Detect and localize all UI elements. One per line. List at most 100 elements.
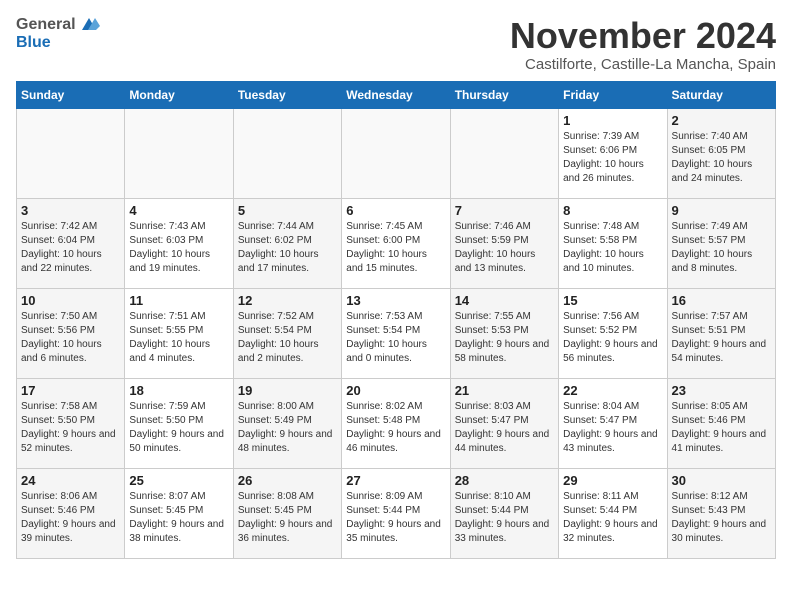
calendar-week-row: 1 Sunrise: 7:39 AMSunset: 6:06 PMDaylight… [17, 108, 776, 198]
day-info: Sunrise: 8:04 AMSunset: 5:47 PMDaylight:… [563, 400, 662, 456]
calendar-cell: 23 Sunrise: 8:05 AMSunset: 5:46 PMDayligh… [667, 378, 775, 468]
calendar-cell: 28 Sunrise: 8:10 AMSunset: 5:44 PMDayligh… [450, 468, 558, 558]
day-info: Sunrise: 8:12 AMSunset: 5:43 PMDaylight:… [672, 490, 771, 546]
day-number: 28 [455, 473, 554, 488]
day-info: Sunrise: 7:55 AMSunset: 5:53 PMDaylight:… [455, 310, 554, 366]
calendar-cell: 24 Sunrise: 8:06 AMSunset: 5:46 PMDayligh… [17, 468, 125, 558]
day-info: Sunrise: 7:46 AMSunset: 5:59 PMDaylight:… [455, 220, 554, 276]
calendar-cell: 11Sunrise: 7:51 AMSunset: 5:55 PMDayligh… [125, 288, 233, 378]
calendar-cell [125, 108, 233, 198]
calendar-cell: 10Sunrise: 7:50 AMSunset: 5:56 PMDayligh… [17, 288, 125, 378]
day-number: 4 [129, 203, 228, 218]
day-info: Sunrise: 8:05 AMSunset: 5:46 PMDaylight:… [672, 400, 771, 456]
calendar-header-sunday: Sunday [17, 81, 125, 108]
day-number: 9 [672, 203, 771, 218]
calendar-cell [342, 108, 450, 198]
day-info: Sunrise: 8:06 AMSunset: 5:46 PMDaylight:… [21, 490, 120, 546]
calendar-cell [17, 108, 125, 198]
day-info: Sunrise: 7:49 AMSunset: 5:57 PMDaylight:… [672, 220, 771, 276]
calendar-cell: 14Sunrise: 7:55 AMSunset: 5:53 PMDayligh… [450, 288, 558, 378]
day-info: Sunrise: 7:42 AMSunset: 6:04 PMDaylight:… [21, 220, 120, 276]
calendar-cell: 21Sunrise: 8:03 AMSunset: 5:47 PMDayligh… [450, 378, 558, 468]
logo-blue-text: Blue [16, 34, 51, 51]
day-number: 2 [672, 113, 771, 128]
day-number: 13 [346, 293, 445, 308]
day-number: 22 [563, 383, 662, 398]
day-number: 24 [21, 473, 120, 488]
calendar-cell: 29 Sunrise: 8:11 AMSunset: 5:44 PMDayligh… [559, 468, 667, 558]
day-info: Sunrise: 7:40 AMSunset: 6:05 PMDaylight:… [672, 130, 771, 186]
day-info: Sunrise: 7:45 AMSunset: 6:00 PMDaylight:… [346, 220, 445, 276]
calendar-cell: 17Sunrise: 7:58 AMSunset: 5:50 PMDayligh… [17, 378, 125, 468]
day-number: 29 [563, 473, 662, 488]
location-text: Castilforte, Castille-La Mancha, Spain [510, 56, 776, 73]
calendar-cell: 2 Sunrise: 7:40 AMSunset: 6:05 PMDaylight… [667, 108, 775, 198]
logo: General Blue [16, 16, 100, 52]
day-number: 27 [346, 473, 445, 488]
day-number: 8 [563, 203, 662, 218]
day-number: 17 [21, 383, 120, 398]
day-info: Sunrise: 8:08 AMSunset: 5:45 PMDaylight:… [238, 490, 337, 546]
calendar-header-monday: Monday [125, 81, 233, 108]
calendar-cell [450, 108, 558, 198]
day-info: Sunrise: 7:52 AMSunset: 5:54 PMDaylight:… [238, 310, 337, 366]
calendar-header-wednesday: Wednesday [342, 81, 450, 108]
calendar-cell: 15 Sunrise: 7:56 AMSunset: 5:52 PMDayligh… [559, 288, 667, 378]
calendar-week-row: 17Sunrise: 7:58 AMSunset: 5:50 PMDayligh… [17, 378, 776, 468]
calendar-week-row: 24 Sunrise: 8:06 AMSunset: 5:46 PMDayligh… [17, 468, 776, 558]
day-info: Sunrise: 7:48 AMSunset: 5:58 PMDaylight:… [563, 220, 662, 276]
calendar-week-row: 10Sunrise: 7:50 AMSunset: 5:56 PMDayligh… [17, 288, 776, 378]
day-info: Sunrise: 7:39 AMSunset: 6:06 PMDaylight:… [563, 130, 662, 186]
day-info: Sunrise: 8:11 AMSunset: 5:44 PMDaylight:… [563, 490, 662, 546]
day-info: Sunrise: 8:09 AMSunset: 5:44 PMDaylight:… [346, 490, 445, 546]
day-info: Sunrise: 8:02 AMSunset: 5:48 PMDaylight:… [346, 400, 445, 456]
calendar-cell: 3Sunrise: 7:42 AMSunset: 6:04 PMDaylight… [17, 198, 125, 288]
calendar-cell: 19Sunrise: 8:00 AMSunset: 5:49 PMDayligh… [233, 378, 341, 468]
day-number: 7 [455, 203, 554, 218]
day-info: Sunrise: 7:53 AMSunset: 5:54 PMDaylight:… [346, 310, 445, 366]
day-number: 1 [563, 113, 662, 128]
calendar-cell: 27 Sunrise: 8:09 AMSunset: 5:44 PMDayligh… [342, 468, 450, 558]
day-number: 23 [672, 383, 771, 398]
calendar-header-saturday: Saturday [667, 81, 775, 108]
day-info: Sunrise: 7:59 AMSunset: 5:50 PMDaylight:… [129, 400, 228, 456]
day-number: 11 [129, 293, 228, 308]
day-info: Sunrise: 7:50 AMSunset: 5:56 PMDaylight:… [21, 310, 120, 366]
calendar-cell: 9 Sunrise: 7:49 AMSunset: 5:57 PMDaylight… [667, 198, 775, 288]
calendar-cell: 12 Sunrise: 7:52 AMSunset: 5:54 PMDayligh… [233, 288, 341, 378]
calendar-week-row: 3Sunrise: 7:42 AMSunset: 6:04 PMDaylight… [17, 198, 776, 288]
day-info: Sunrise: 7:43 AMSunset: 6:03 PMDaylight:… [129, 220, 228, 276]
calendar-cell: 20 Sunrise: 8:02 AMSunset: 5:48 PMDayligh… [342, 378, 450, 468]
day-info: Sunrise: 7:57 AMSunset: 5:51 PMDaylight:… [672, 310, 771, 366]
calendar-header-friday: Friday [559, 81, 667, 108]
page-header: General Blue November 2024 Castilforte, … [16, 16, 776, 73]
calendar-cell: 13 Sunrise: 7:53 AMSunset: 5:54 PMDayligh… [342, 288, 450, 378]
logo-icon [78, 16, 100, 34]
calendar-header-thursday: Thursday [450, 81, 558, 108]
calendar-cell: 4 Sunrise: 7:43 AMSunset: 6:03 PMDaylight… [125, 198, 233, 288]
day-info: Sunrise: 8:10 AMSunset: 5:44 PMDaylight:… [455, 490, 554, 546]
day-info: Sunrise: 7:56 AMSunset: 5:52 PMDaylight:… [563, 310, 662, 366]
calendar-cell: 5Sunrise: 7:44 AMSunset: 6:02 PMDaylight… [233, 198, 341, 288]
calendar-cell: 18 Sunrise: 7:59 AMSunset: 5:50 PMDayligh… [125, 378, 233, 468]
day-number: 21 [455, 383, 554, 398]
day-number: 15 [563, 293, 662, 308]
calendar-header-row: SundayMondayTuesdayWednesdayThursdayFrid… [17, 81, 776, 108]
day-info: Sunrise: 8:07 AMSunset: 5:45 PMDaylight:… [129, 490, 228, 546]
logo-general-text: General [16, 16, 76, 34]
day-number: 26 [238, 473, 337, 488]
day-number: 30 [672, 473, 771, 488]
day-number: 12 [238, 293, 337, 308]
calendar-cell: 7 Sunrise: 7:46 AMSunset: 5:59 PMDaylight… [450, 198, 558, 288]
day-number: 18 [129, 383, 228, 398]
month-title: November 2024 [510, 16, 776, 56]
day-number: 16 [672, 293, 771, 308]
calendar-cell: 30 Sunrise: 8:12 AMSunset: 5:43 PMDayligh… [667, 468, 775, 558]
day-number: 6 [346, 203, 445, 218]
calendar-cell: 26 Sunrise: 8:08 AMSunset: 5:45 PMDayligh… [233, 468, 341, 558]
calendar-cell: 8 Sunrise: 7:48 AMSunset: 5:58 PMDaylight… [559, 198, 667, 288]
day-number: 5 [238, 203, 337, 218]
day-number: 19 [238, 383, 337, 398]
calendar-cell: 6 Sunrise: 7:45 AMSunset: 6:00 PMDaylight… [342, 198, 450, 288]
day-number: 20 [346, 383, 445, 398]
